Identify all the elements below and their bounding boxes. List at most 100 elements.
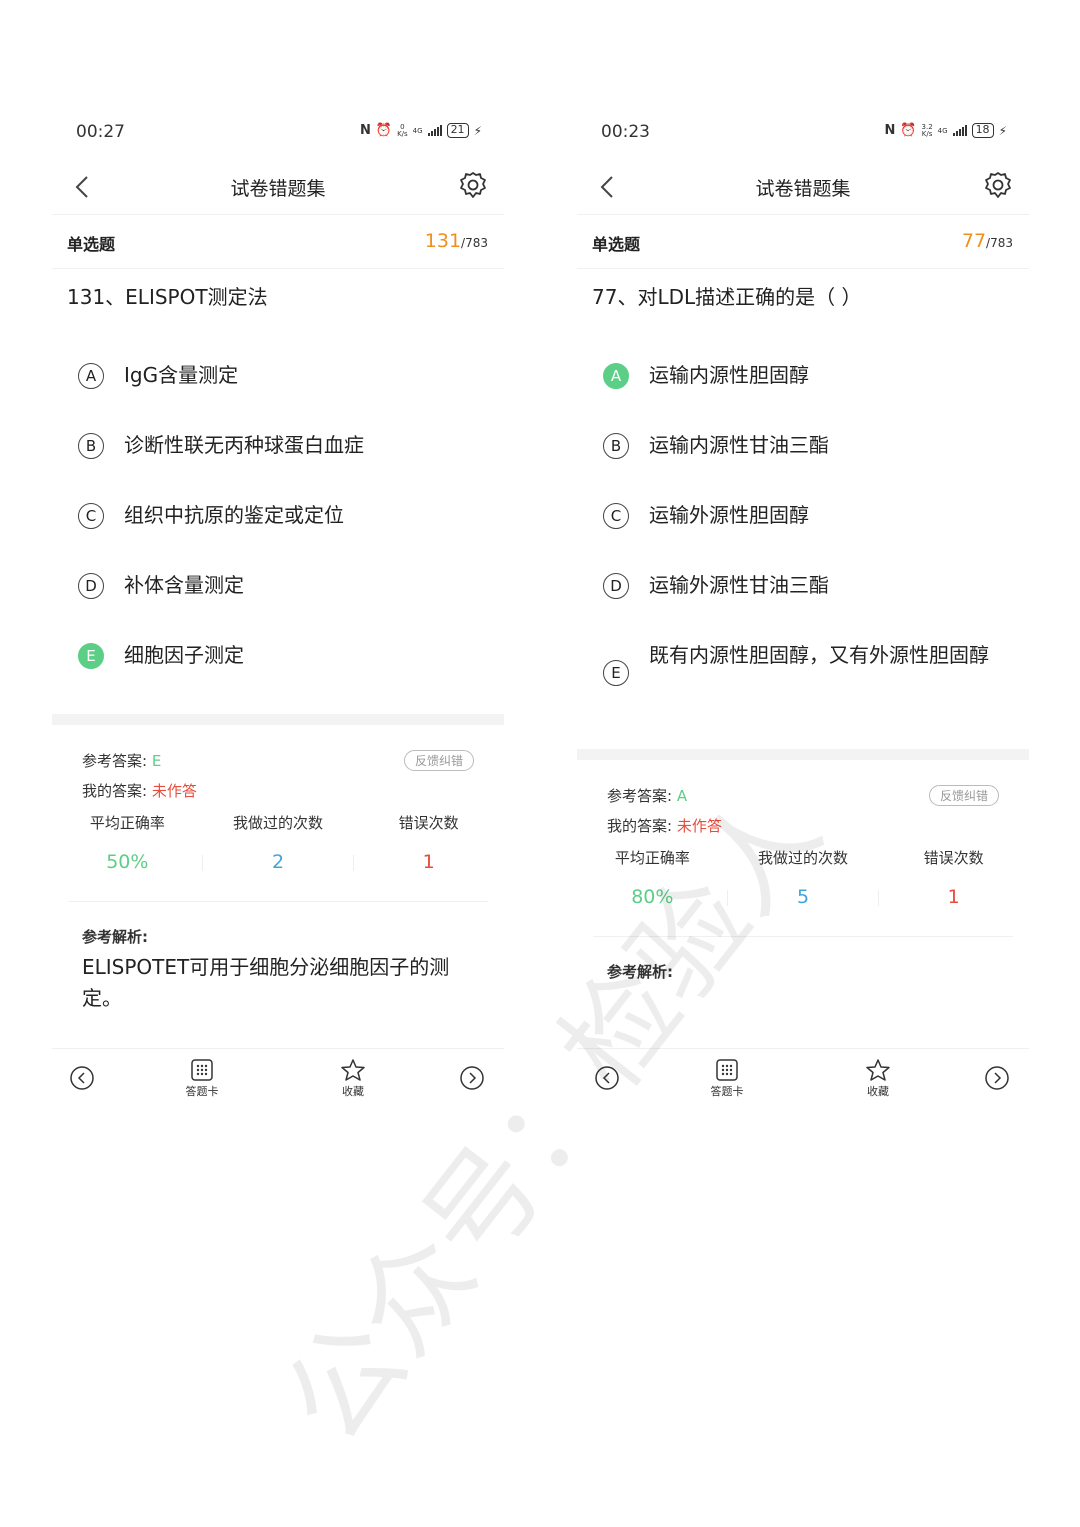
feedback-button[interactable]: 反馈纠错 — [928, 785, 999, 806]
status-time: 00:23 — [601, 122, 650, 142]
nfc-icon: N — [359, 123, 371, 138]
answer-card-tab[interactable]: 答题卡 — [172, 1059, 232, 1099]
signal-icon — [952, 125, 967, 136]
question-type: 单选题 — [592, 235, 641, 254]
title-bar: 试卷错题集 — [52, 162, 504, 215]
stats-divider — [68, 901, 488, 902]
net-speed: 3.2 K/s — [921, 122, 933, 138]
stat-header-accuracy: 平均正确率 — [89, 814, 165, 832]
option-letter: D — [603, 573, 629, 599]
settings-gear-icon[interactable] — [458, 170, 488, 200]
status-time: 00:27 — [76, 122, 125, 142]
option-text: 细胞因子测定 — [124, 643, 244, 667]
status-bar: 00:23 N ⏰ 3.2 K/s 4G 18 ⚡ — [577, 100, 1029, 162]
options-list: A IgG含量测定 B 诊断性联无丙种球蛋白血症 C 组织中抗原的鉴定或定位 D 补体含… — [52, 352, 504, 702]
answer-card-icon — [191, 1059, 213, 1081]
stat-errors: 1 — [422, 851, 435, 873]
alarm-icon: ⏰ — [375, 123, 393, 138]
option-text: 既有内源性胆固醇，又有外源性胆固醇 — [649, 643, 989, 667]
star-icon — [866, 1059, 890, 1081]
option-letter: D — [78, 573, 104, 599]
page-title: 试卷错题集 — [230, 178, 326, 200]
analysis-label: 参考解析: — [82, 928, 148, 946]
favorite-tab[interactable]: 收藏 — [848, 1059, 908, 1099]
battery-icon: 18 — [971, 123, 994, 138]
option-b[interactable]: B 诊断性联无丙种球蛋白血症 — [52, 422, 504, 472]
stat-separator — [202, 855, 203, 871]
question-text: 77、对LDL描述正确的是（ ） — [592, 285, 862, 309]
favorite-tab[interactable]: 收藏 — [323, 1059, 383, 1099]
stat-header-attempts: 我做过的次数 — [233, 814, 324, 832]
option-a[interactable]: A 运输内源性胆固醇 — [577, 352, 1029, 402]
option-letter: B — [78, 433, 104, 459]
option-text: 组织中抗原的鉴定或定位 — [124, 503, 344, 527]
option-d[interactable]: D 补体含量测定 — [52, 562, 504, 612]
analysis-text: ELISPOTET可用于细胞分泌细胞因子的测定。 — [82, 955, 450, 1010]
stats-values: 50% 2 1 — [52, 851, 504, 873]
option-text: 诊断性联无丙种球蛋白血症 — [124, 433, 364, 457]
network-type: 4G — [937, 126, 948, 135]
section-divider — [577, 749, 1029, 760]
answer-card-icon — [716, 1059, 738, 1081]
title-bar: 试卷错题集 — [577, 162, 1029, 215]
settings-gear-icon[interactable] — [983, 170, 1013, 200]
options-list: A 运输内源性胆固醇 B 运输内源性甘油三酯 C 运输外源性胆固醇 D 运输外源性甘油三… — [577, 352, 1029, 716]
option-text: 运输内源性胆固醇 — [649, 363, 809, 387]
answer-card-tab[interactable]: 答题卡 — [697, 1059, 757, 1099]
option-letter: E — [603, 660, 629, 686]
question-progress: 131/783 — [424, 230, 488, 252]
answer-card-label: 答题卡 — [185, 1085, 219, 1098]
next-question-icon[interactable] — [985, 1066, 1009, 1090]
my-answer: 我的答案: 未作答 — [82, 782, 197, 800]
watermark-wrapper: 公众号：检验人 — [150, 768, 845, 1466]
section-divider — [52, 714, 504, 725]
option-e[interactable]: E 既有内源性胆固醇，又有外源性胆固醇 — [577, 632, 1029, 696]
option-c[interactable]: C 运输外源性胆固醇 — [577, 492, 1029, 542]
question-header: 单选题 131/783 — [52, 216, 504, 269]
star-icon — [341, 1059, 365, 1081]
option-a[interactable]: A IgG含量测定 — [52, 352, 504, 402]
option-d[interactable]: D 运输外源性甘油三酯 — [577, 562, 1029, 612]
option-letter: A — [78, 363, 104, 389]
feedback-button[interactable]: 反馈纠错 — [403, 750, 474, 771]
option-letter-correct: E — [78, 643, 104, 669]
battery-icon: 21 — [446, 123, 469, 138]
option-letter: B — [603, 433, 629, 459]
stat-separator — [353, 855, 354, 871]
stats-headers: 平均正确率 我做过的次数 错误次数 — [52, 812, 504, 833]
question-type: 单选题 — [67, 235, 116, 254]
option-text: IgG含量测定 — [124, 363, 239, 387]
reference-answer: 参考答案: E — [82, 752, 162, 770]
stat-header-errors: 错误次数 — [398, 814, 459, 832]
question-text: 131、ELISPOT测定法 — [67, 285, 268, 309]
net-speed: 0 K/s — [397, 122, 408, 138]
page-title: 试卷错题集 — [755, 178, 851, 200]
option-letter: C — [603, 503, 629, 529]
status-icons: N ⏰ 3.2 K/s 4G 18 ⚡ — [884, 123, 1007, 138]
favorite-label: 收藏 — [867, 1085, 889, 1098]
nfc-icon: N — [884, 123, 896, 138]
stat-header-errors: 错误次数 — [923, 849, 984, 867]
option-letter: C — [78, 503, 104, 529]
option-b[interactable]: B 运输内源性甘油三酯 — [577, 422, 1029, 472]
option-text: 补体含量测定 — [124, 573, 244, 597]
screen-left: 00:27 N ⏰ 0 K/s 4G 21 ⚡ 试卷错题集 单选题 131/783… — [52, 100, 504, 1130]
option-e[interactable]: E 细胞因子测定 — [52, 632, 504, 682]
prev-question-icon[interactable] — [70, 1066, 94, 1090]
option-text: 运输外源性甘油三酯 — [649, 573, 829, 597]
charging-icon: ⚡ — [473, 123, 482, 138]
network-type: 4G — [412, 126, 423, 135]
status-bar: 00:27 N ⏰ 0 K/s 4G 21 ⚡ — [52, 100, 504, 162]
status-icons: N ⏰ 0 K/s 4G 21 ⚡ — [360, 123, 482, 138]
charging-icon: ⚡ — [998, 123, 1007, 138]
bottom-toolbar: 答题卡 收藏 — [52, 1048, 504, 1119]
option-text: 运输内源性甘油三酯 — [649, 433, 829, 457]
stat-errors: 1 — [947, 886, 960, 908]
signal-icon — [427, 125, 442, 136]
option-text: 运输外源性胆固醇 — [649, 503, 809, 527]
question-header: 单选题 77/783 — [577, 216, 1029, 269]
stat-separator — [878, 890, 879, 906]
answer-card-label: 答题卡 — [710, 1085, 744, 1098]
option-letter-correct: A — [603, 363, 629, 389]
option-c[interactable]: C 组织中抗原的鉴定或定位 — [52, 492, 504, 542]
